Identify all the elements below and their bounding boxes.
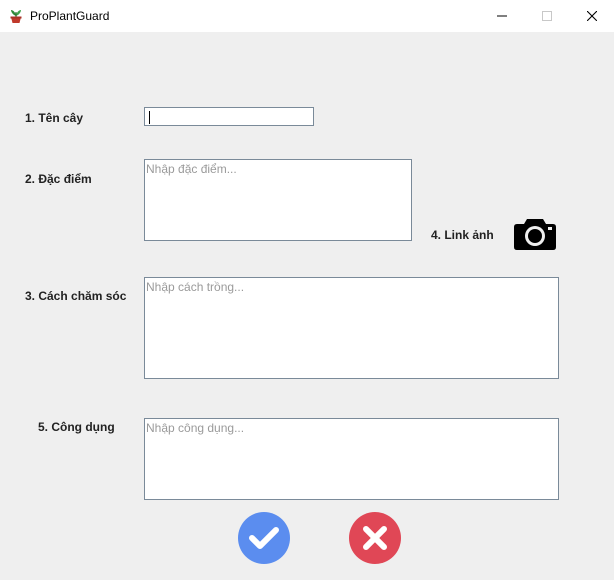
uses-textarea[interactable] [145, 419, 558, 499]
plant-name-label: 1. Tên cây [25, 111, 84, 125]
check-icon [249, 527, 279, 549]
minimize-button[interactable] [480, 0, 524, 32]
text-caret [149, 111, 150, 124]
camera-icon [514, 219, 556, 250]
uses-field-wrapper [144, 418, 559, 500]
maximize-button[interactable] [525, 0, 569, 32]
title-bar: ProPlantGuard [0, 0, 614, 32]
features-label: 2. Đặc điểm [25, 172, 92, 186]
confirm-button[interactable] [238, 512, 290, 564]
plant-name-field-wrapper [144, 107, 314, 126]
plant-name-input[interactable] [145, 108, 313, 126]
potted-plant-icon [8, 8, 24, 24]
close-window-button[interactable] [570, 0, 614, 32]
cancel-button[interactable] [349, 512, 401, 564]
close-x-icon [363, 526, 387, 550]
features-textarea[interactable] [145, 160, 411, 240]
close-icon [587, 11, 597, 21]
image-link-label: 4. Link ảnh [431, 228, 494, 242]
camera-button[interactable] [513, 216, 557, 252]
window-title: ProPlantGuard [30, 9, 110, 23]
form-panel: 1. Tên cây 2. Đặc điểm 4. Link ảnh 3. Cá… [0, 32, 614, 580]
uses-label: 5. Công dụng [38, 420, 115, 434]
care-field-wrapper [144, 277, 559, 379]
care-textarea[interactable] [145, 278, 558, 378]
features-field-wrapper [144, 159, 412, 241]
care-label: 3. Cách chăm sóc [25, 289, 127, 303]
maximize-icon [542, 11, 552, 21]
minimize-icon [497, 15, 507, 17]
